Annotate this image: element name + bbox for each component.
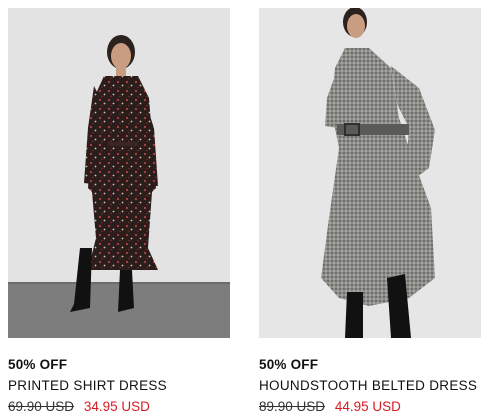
sale-price: 34.95 USD: [83, 399, 150, 414]
original-price: 89.90 USD: [259, 399, 326, 414]
product-name-link[interactable]: HOUNDSTOOTH BELTED DRESS: [259, 378, 481, 394]
original-price: 69.90 USD: [8, 399, 75, 414]
discount-label: 50% OFF: [8, 357, 68, 372]
product-grid: 50% OFF PRINTED SHIRT DRESS 69.90 USD 34…: [0, 0, 492, 417]
product-card-houndstooth-belted-dress[interactable]: 50% OFF HOUNDSTOOTH BELTED DRESS 89.90 U…: [259, 8, 481, 415]
product-card-printed-shirt-dress[interactable]: 50% OFF PRINTED SHIRT DRESS 69.90 USD 34…: [8, 8, 230, 415]
product-image[interactable]: [259, 8, 481, 338]
model-photo-printed-dress: [8, 8, 230, 338]
model-photo-houndstooth-dress: [259, 8, 481, 338]
sale-price: 44.95 USD: [334, 399, 401, 414]
price-row: 89.90 USD 44.95 USD: [259, 399, 481, 415]
product-image[interactable]: [8, 8, 230, 338]
discount-label: 50% OFF: [259, 357, 319, 372]
product-name-link[interactable]: PRINTED SHIRT DRESS: [8, 378, 230, 394]
price-row: 69.90 USD 34.95 USD: [8, 399, 230, 415]
